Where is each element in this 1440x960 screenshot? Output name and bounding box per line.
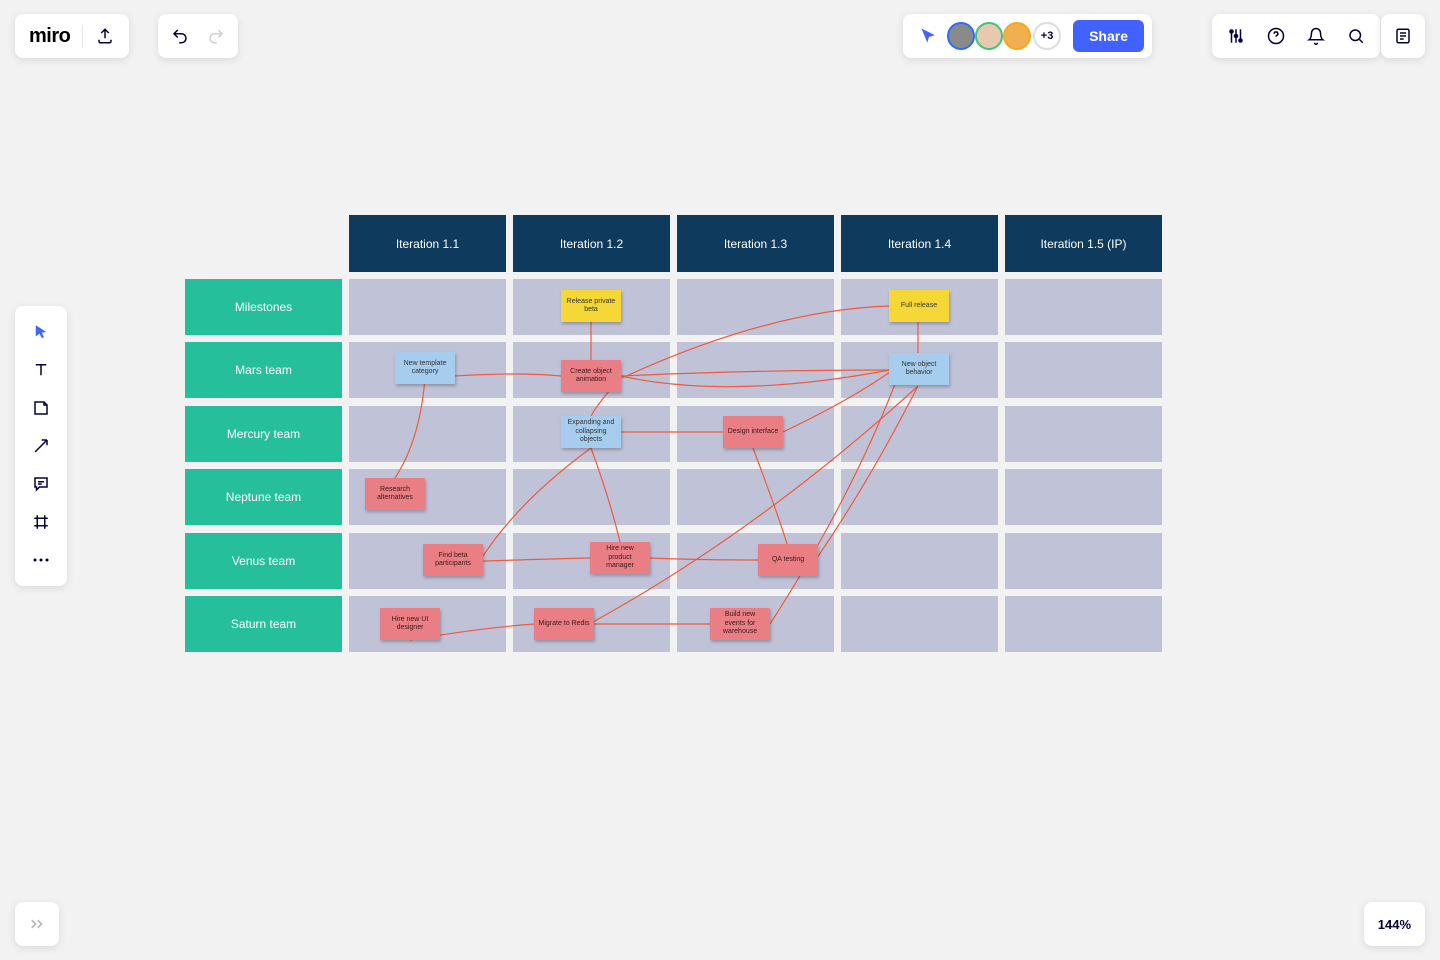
grid-cell[interactable] <box>349 406 506 462</box>
grid-cell[interactable] <box>1005 279 1162 335</box>
sticky-note[interactable]: Expanding and collapsing objects <box>561 416 621 448</box>
sticky-note[interactable]: Hire new UI designer <box>380 608 440 640</box>
row-header[interactable]: Venus team <box>185 533 342 589</box>
sticky-note[interactable]: Full release <box>889 290 949 322</box>
sticky-note[interactable]: New object behavior <box>889 353 949 385</box>
grid-cell[interactable] <box>841 469 998 525</box>
row-header[interactable]: Mercury team <box>185 406 342 462</box>
grid-cell[interactable] <box>1005 342 1162 398</box>
sticky-note[interactable]: Hire new product manager <box>590 542 650 574</box>
grid-cell[interactable] <box>841 533 998 589</box>
row-header[interactable]: Mars team <box>185 342 342 398</box>
grid-cell[interactable] <box>677 342 834 398</box>
grid-cell[interactable] <box>349 279 506 335</box>
sticky-note[interactable]: New template category <box>395 352 455 384</box>
sticky-note[interactable]: Release private beta <box>561 290 621 322</box>
row-header[interactable]: Milestones <box>185 279 342 335</box>
sticky-note[interactable]: Create object animation <box>561 360 621 392</box>
grid-cell[interactable] <box>513 469 670 525</box>
grid-cell[interactable] <box>841 596 998 652</box>
col-header[interactable]: Iteration 1.3 <box>677 215 834 272</box>
sticky-note[interactable]: Migrate to Redis <box>534 608 594 640</box>
grid-cell[interactable] <box>1005 469 1162 525</box>
canvas[interactable]: Iteration 1.1 Iteration 1.2 Iteration 1.… <box>0 0 1440 960</box>
grid-cell[interactable] <box>677 469 834 525</box>
sticky-note[interactable]: Find beta participants <box>423 544 483 576</box>
row-header[interactable]: Neptune team <box>185 469 342 525</box>
sticky-note[interactable]: Design interface <box>723 416 783 448</box>
grid-cell[interactable] <box>1005 596 1162 652</box>
col-header[interactable]: Iteration 1.1 <box>349 215 506 272</box>
sticky-note[interactable]: Build new events for warehouse <box>710 608 770 640</box>
grid-cell[interactable] <box>1005 533 1162 589</box>
col-header[interactable]: Iteration 1.5 (IP) <box>1005 215 1162 272</box>
sticky-note[interactable]: QA testing <box>758 544 818 576</box>
row-header[interactable]: Saturn team <box>185 596 342 652</box>
grid-cell[interactable] <box>677 279 834 335</box>
sticky-note[interactable]: Research alternatives <box>365 478 425 510</box>
grid-cell[interactable] <box>1005 406 1162 462</box>
col-header[interactable]: Iteration 1.2 <box>513 215 670 272</box>
grid-cell[interactable] <box>841 406 998 462</box>
col-header[interactable]: Iteration 1.4 <box>841 215 998 272</box>
